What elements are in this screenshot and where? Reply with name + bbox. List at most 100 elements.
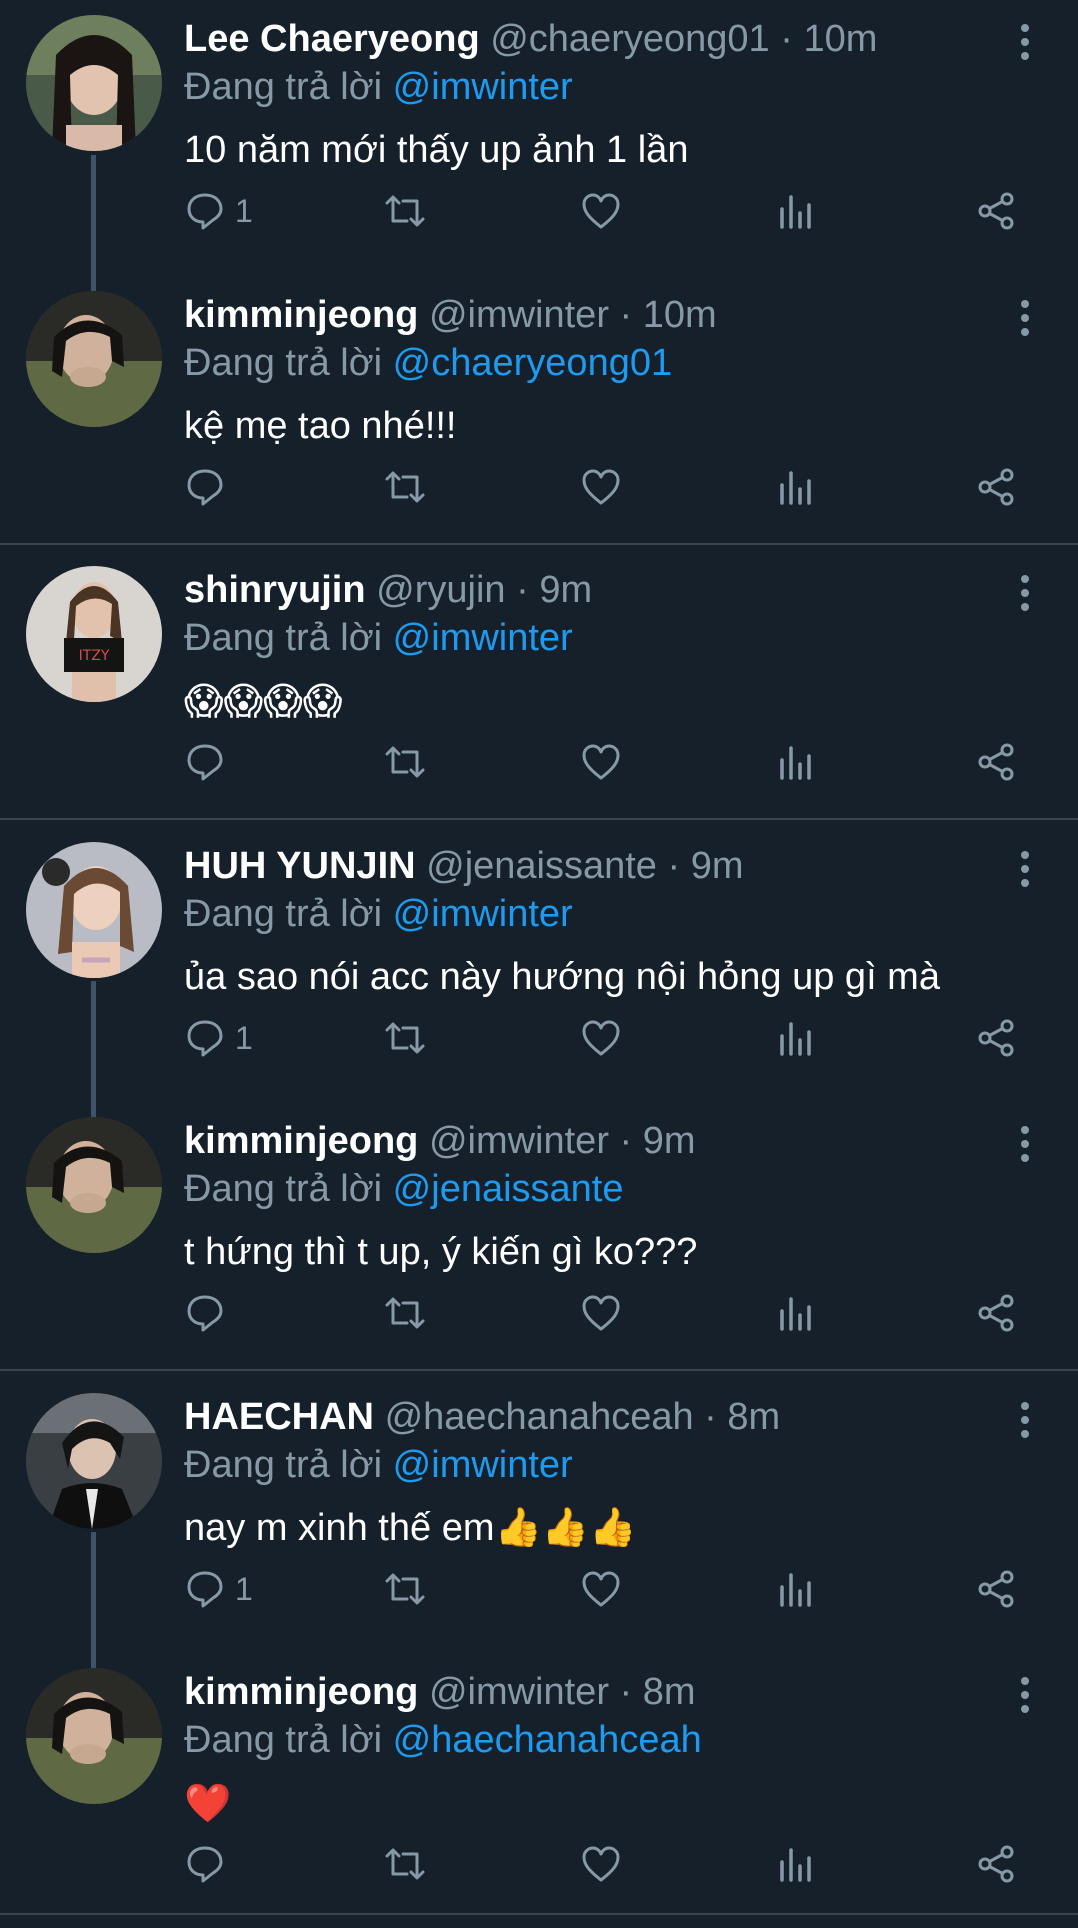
retweet-button[interactable] xyxy=(383,1288,427,1338)
user-handle[interactable]: @jenaissante xyxy=(426,845,657,887)
tweet-text: ❤️ xyxy=(184,1781,232,1825)
tweet-text: nay m xinh thế em👍👍👍 xyxy=(184,1507,637,1549)
tweet[interactable]: HAECHAN @haechanahceah · 8m Đang trả lời… xyxy=(0,1378,1078,1653)
retweet-button[interactable] xyxy=(383,186,427,236)
heart-icon xyxy=(582,469,620,505)
views-button[interactable] xyxy=(778,1013,814,1063)
retweet-icon xyxy=(385,1573,425,1605)
like-button[interactable] xyxy=(580,186,622,236)
more-options-icon[interactable] xyxy=(1010,1122,1040,1166)
reply-prefix: Đang trả lời xyxy=(184,1719,383,1761)
mention-link[interactable]: @jenaissante xyxy=(393,1168,624,1210)
user-handle[interactable]: @imwinter xyxy=(429,294,609,336)
timestamp[interactable]: 10m xyxy=(803,18,877,60)
retweet-button[interactable] xyxy=(383,737,427,787)
heart-icon xyxy=(582,1571,620,1607)
display-name[interactable]: shinryujin xyxy=(184,569,366,611)
more-options-icon[interactable] xyxy=(1010,296,1040,340)
more-options-icon[interactable] xyxy=(1010,20,1040,64)
timestamp[interactable]: 9m xyxy=(539,569,592,611)
retweet-button[interactable] xyxy=(383,1564,427,1614)
avatar[interactable]: ITZY xyxy=(26,566,162,702)
tweet[interactable]: kimminjeong @imwinter · 9m Đang trả lời … xyxy=(0,1102,1078,1377)
mention-link[interactable]: @chaeryeong01 xyxy=(393,342,672,384)
tweet-text: kệ mẹ tao nhé!!! xyxy=(184,405,457,447)
avatar[interactable] xyxy=(26,1117,162,1253)
tweet-text: 10 năm mới thấy up ảnh 1 lần xyxy=(184,129,689,171)
reply-prefix: Đang trả lời xyxy=(184,617,383,659)
retweet-button[interactable] xyxy=(383,1013,427,1063)
avatar[interactable] xyxy=(26,15,162,151)
share-button[interactable] xyxy=(975,186,1017,236)
share-button[interactable] xyxy=(975,1839,1017,1889)
reply-button[interactable] xyxy=(185,737,235,787)
reply-count: 1 xyxy=(235,1570,253,1607)
share-button[interactable] xyxy=(975,462,1017,512)
display-name[interactable]: kimminjeong xyxy=(184,294,418,336)
user-handle[interactable]: @ryujin xyxy=(376,569,505,611)
display-name[interactable]: kimminjeong xyxy=(184,1120,418,1162)
analytics-icon xyxy=(780,471,811,505)
avatar[interactable] xyxy=(26,842,162,978)
reply-button[interactable]: 1 xyxy=(185,1564,253,1614)
like-button[interactable] xyxy=(580,1013,622,1063)
avatar[interactable] xyxy=(26,291,162,427)
avatar[interactable] xyxy=(26,1393,162,1529)
tweet-text: ủa sao nói acc này hướng nội hỏng up gì … xyxy=(184,956,940,998)
action-bar xyxy=(0,462,1078,512)
more-options-icon[interactable] xyxy=(1010,847,1040,891)
reply-button[interactable] xyxy=(185,1288,235,1338)
reply-button[interactable]: 1 xyxy=(185,1013,253,1063)
timestamp[interactable]: 10m xyxy=(643,294,717,336)
mention-link[interactable]: @imwinter xyxy=(393,893,573,935)
display-name[interactable]: HUH YUNJIN xyxy=(184,845,416,887)
reply-button[interactable] xyxy=(185,462,235,512)
display-name[interactable]: kimminjeong xyxy=(184,1671,418,1713)
user-handle[interactable]: @imwinter xyxy=(429,1120,609,1162)
tweet[interactable]: kimminjeong @imwinter · 8m Đang trả lời … xyxy=(0,1653,1078,1928)
share-button[interactable] xyxy=(975,737,1017,787)
mention-link[interactable]: @imwinter xyxy=(393,1444,573,1486)
more-options-icon[interactable] xyxy=(1010,1398,1040,1442)
tweet-header: Lee Chaeryeong @chaeryeong01 · 10m xyxy=(184,14,877,64)
retweet-button[interactable] xyxy=(383,1839,427,1889)
user-handle[interactable]: @chaeryeong01 xyxy=(490,18,769,60)
tweet[interactable]: Lee Chaeryeong @chaeryeong01 · 10m Đang … xyxy=(0,0,1078,275)
tweet-header: kimminjeong @imwinter · 10m xyxy=(184,290,717,340)
separator: · xyxy=(704,1396,717,1438)
like-button[interactable] xyxy=(580,1564,622,1614)
user-handle[interactable]: @haechanahceah xyxy=(385,1396,694,1438)
timestamp[interactable]: 8m xyxy=(727,1396,780,1438)
tweet[interactable]: kimminjeong @imwinter · 10m Đang trả lời… xyxy=(0,276,1078,551)
tweet[interactable]: ITZY shinryujin @ryujin · 9m Đang trả lờ… xyxy=(0,551,1078,826)
display-name[interactable]: HAECHAN xyxy=(184,1396,374,1438)
reply-button[interactable] xyxy=(185,1839,235,1889)
timestamp[interactable]: 9m xyxy=(691,845,744,887)
like-button[interactable] xyxy=(580,737,622,787)
views-button[interactable] xyxy=(778,462,814,512)
like-button[interactable] xyxy=(580,1288,622,1338)
more-options-icon[interactable] xyxy=(1010,571,1040,615)
views-button[interactable] xyxy=(778,737,814,787)
views-button[interactable] xyxy=(778,1288,814,1338)
tweet[interactable]: HUH YUNJIN @jenaissante · 9m Đang trả lờ… xyxy=(0,827,1078,1102)
avatar[interactable] xyxy=(26,1668,162,1804)
display-name[interactable]: Lee Chaeryeong xyxy=(184,18,480,60)
like-button[interactable] xyxy=(580,462,622,512)
user-handle[interactable]: @imwinter xyxy=(429,1671,609,1713)
retweet-button[interactable] xyxy=(383,462,427,512)
like-button[interactable] xyxy=(580,1839,622,1889)
mention-link[interactable]: @haechanahceah xyxy=(393,1719,702,1761)
views-button[interactable] xyxy=(778,1839,814,1889)
timestamp[interactable]: 9m xyxy=(643,1120,696,1162)
views-button[interactable] xyxy=(778,1564,814,1614)
reply-button[interactable]: 1 xyxy=(185,186,253,236)
share-button[interactable] xyxy=(975,1288,1017,1338)
share-button[interactable] xyxy=(975,1013,1017,1063)
share-button[interactable] xyxy=(975,1564,1017,1614)
mention-link[interactable]: @imwinter xyxy=(393,66,573,108)
timestamp[interactable]: 8m xyxy=(643,1671,696,1713)
views-button[interactable] xyxy=(778,186,814,236)
mention-link[interactable]: @imwinter xyxy=(393,617,573,659)
more-options-icon[interactable] xyxy=(1010,1673,1040,1717)
